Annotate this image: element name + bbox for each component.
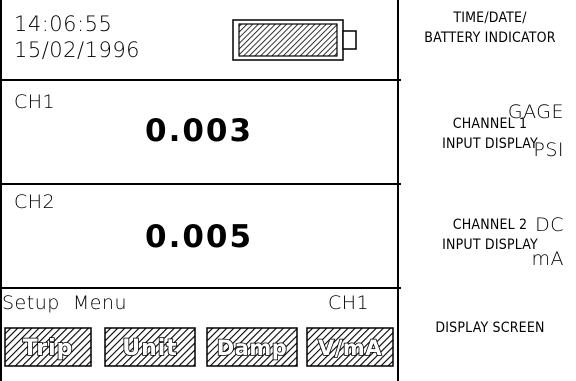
menu-channel: CH1 xyxy=(328,292,370,314)
annotation-display-screen: DISPLAY SCREEN xyxy=(404,318,576,338)
channel2-label: CH2 xyxy=(14,191,56,213)
channel1-reading: 0.003 xyxy=(145,113,254,149)
annotation-display-screen-line1: DISPLAY SCREEN xyxy=(435,320,545,336)
divider-channels xyxy=(0,183,401,185)
battery-indicator-icon xyxy=(230,18,360,62)
softkey-unit-label: Unit xyxy=(122,336,178,361)
annotation-channel1-line1: CHANNEL 1 xyxy=(452,116,528,132)
softkey-unit[interactable]: Unit xyxy=(104,327,196,367)
softkey-vma-label: V/mA xyxy=(318,336,382,360)
annotation-status-line2: BATTERY INDICATOR xyxy=(424,30,556,46)
annotation-channel2-line1: CHANNEL 2 xyxy=(452,217,528,233)
annotation-channel1-line2: INPUT DISPLAY xyxy=(442,136,538,152)
annotation-channel2-line2: INPUT DISPLAY xyxy=(442,237,538,253)
time-readout: 14:06:55 xyxy=(14,12,113,36)
annotation-channel1: CHANNEL 1 INPUT DISPLAY xyxy=(404,114,576,154)
channel1-label: CH1 xyxy=(14,91,56,113)
menu-title: Setup Menu xyxy=(2,292,128,314)
annotation-channel2: CHANNEL 2 INPUT DISPLAY xyxy=(404,215,576,255)
softkey-vma[interactable]: V/mA xyxy=(306,327,394,367)
divider-status xyxy=(0,79,401,81)
channel2-reading: 0.005 xyxy=(145,219,254,255)
annotation-status: TIME/DATE/ BATTERY INDICATOR xyxy=(404,8,576,48)
softkey-damp-label: Damp xyxy=(217,336,288,360)
softkey-trip[interactable]: Trip xyxy=(4,327,92,367)
softkey-damp[interactable]: Damp xyxy=(206,327,298,367)
annotation-status-line1: TIME/DATE/ xyxy=(453,10,527,26)
softkey-trip-label: Trip xyxy=(23,336,74,361)
date-readout: 15/02/1996 xyxy=(14,38,141,62)
divider-menu xyxy=(0,287,401,289)
